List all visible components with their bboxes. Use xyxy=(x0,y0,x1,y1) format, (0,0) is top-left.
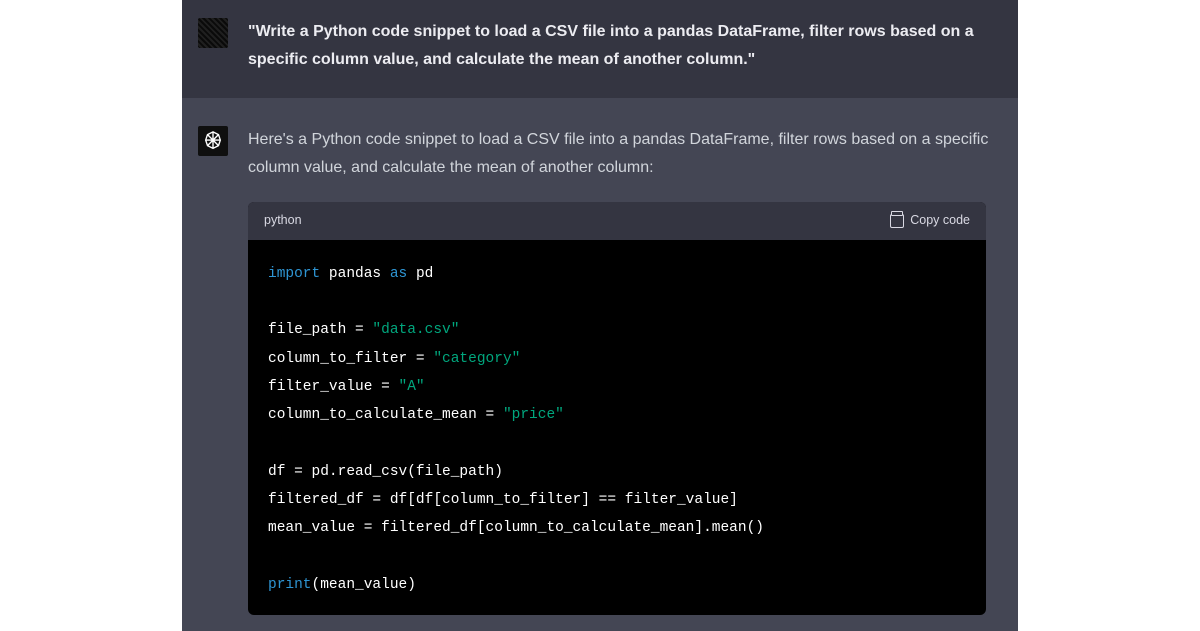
code-token: column_to_calculate_mean = xyxy=(268,407,503,423)
code-block: python Copy code import pandas as pd fil… xyxy=(248,202,986,615)
assistant-message-content: Here's a Python code snippet to load a C… xyxy=(248,126,1018,631)
code-token: "data.csv" xyxy=(372,322,459,338)
code-block-header: python Copy code xyxy=(248,202,986,240)
code-token: pandas xyxy=(320,266,390,282)
user-avatar xyxy=(198,18,228,48)
code-token: filter_value = xyxy=(268,379,399,395)
user-message-content: "Write a Python code snippet to load a C… xyxy=(248,18,1018,74)
assistant-message-text: Here's a Python code snippet to load a C… xyxy=(248,126,990,182)
user-message-text: "Write a Python code snippet to load a C… xyxy=(248,23,974,68)
code-token: pd xyxy=(407,266,433,282)
code-token: filtered_df = df[df[column_to_filter] ==… xyxy=(268,492,738,508)
assistant-avatar xyxy=(198,126,228,156)
code-token: column_to_filter = xyxy=(268,351,433,367)
code-token: "price" xyxy=(503,407,564,423)
code-token: (mean_value) xyxy=(312,577,416,593)
code-token: as xyxy=(390,266,407,282)
copy-code-label: Copy code xyxy=(910,210,970,232)
code-token: mean_value = filtered_df[column_to_calcu… xyxy=(268,520,764,536)
code-language-label: python xyxy=(264,210,302,232)
copy-code-button[interactable]: Copy code xyxy=(890,210,970,232)
code-token: "category" xyxy=(433,351,520,367)
code-token: print xyxy=(268,577,312,593)
code-token: "A" xyxy=(399,379,425,395)
assistant-message-row: Here's a Python code snippet to load a C… xyxy=(182,98,1018,631)
code-token: file_path = xyxy=(268,322,372,338)
user-message-row: "Write a Python code snippet to load a C… xyxy=(182,0,1018,98)
chat-container: "Write a Python code snippet to load a C… xyxy=(182,0,1018,630)
code-token: import xyxy=(268,266,320,282)
code-token: df = pd.read_csv(file_path) xyxy=(268,464,503,480)
openai-logo-icon xyxy=(202,130,224,152)
clipboard-icon xyxy=(890,214,904,228)
code-content[interactable]: import pandas as pd file_path = "data.cs… xyxy=(248,240,986,615)
